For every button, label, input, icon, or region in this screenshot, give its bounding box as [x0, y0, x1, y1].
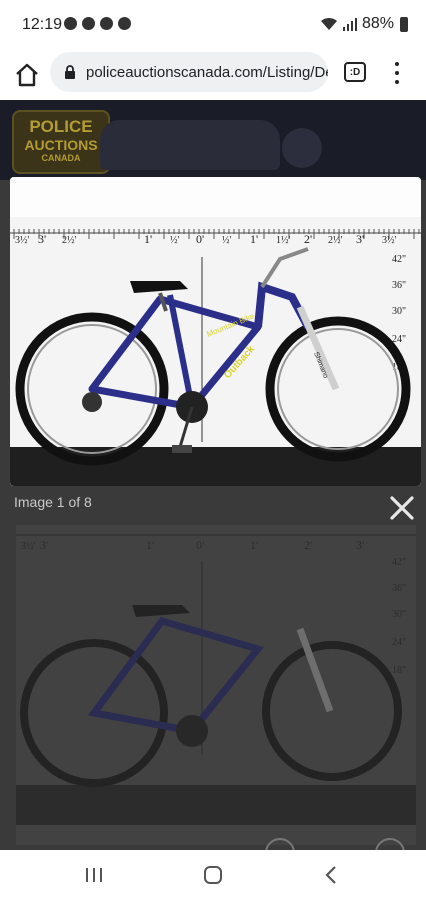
- home-circle-icon[interactable]: [201, 863, 225, 887]
- ruler-label: ½': [170, 235, 180, 246]
- recents-icon[interactable]: [82, 863, 106, 887]
- slack-icon: [82, 17, 95, 30]
- notification-icons: [64, 17, 131, 30]
- site-header: POLICE AUCTIONS CANADA: [0, 100, 426, 180]
- logo-text-3: CANADA: [41, 153, 81, 163]
- dim-side-label: 24": [392, 637, 406, 648]
- dim-ruler-label: 3½': [21, 541, 36, 552]
- bike-photo-svg: 3½' 3' 2½' 1' ½' 0' ½' 1' 1½' 2' 2½' 3' …: [10, 177, 421, 486]
- image-counter: Image 1 of 8: [14, 494, 92, 510]
- background-listing-photo: 3½' 3' 1' 0' 1' 2' 3' 42" 36" 30" 24" 18…: [16, 525, 416, 845]
- ruler-label: ½': [222, 235, 232, 246]
- ruler-label: 3': [356, 232, 364, 246]
- back-icon[interactable]: [320, 863, 344, 887]
- dim-ruler-label: 3': [356, 538, 364, 552]
- ruler-label: 0': [196, 232, 204, 246]
- dim-ruler-label: 0': [196, 538, 204, 552]
- police-car-image: [100, 120, 280, 170]
- more-vert-icon[interactable]: [392, 62, 402, 84]
- dim-ruler-label: 1': [250, 538, 258, 552]
- police-badge-image: [282, 128, 322, 168]
- thumbnail-strip[interactable]: [180, 835, 426, 850]
- wifi-icon: [320, 17, 337, 30]
- dim-side-label: 30": [392, 609, 406, 620]
- signal-icon: [342, 18, 357, 31]
- dim-side-label: 36": [392, 583, 406, 594]
- ruler-label: 2': [304, 232, 312, 246]
- battery-icon: [400, 16, 408, 32]
- ruler-label: 1½': [276, 235, 291, 246]
- logo-text-1: POLICE: [29, 117, 93, 136]
- leaf-icon: [100, 17, 113, 30]
- side-label: 36": [392, 280, 406, 291]
- side-label: 30": [392, 306, 406, 317]
- dim-ruler-label: 3': [40, 538, 48, 552]
- ruler-label: 3': [38, 232, 46, 246]
- snapchat-icon: [64, 17, 77, 30]
- dim-ruler-label: 1': [146, 538, 154, 552]
- ruler-label: 1': [250, 232, 258, 246]
- address-bar[interactable]: policeauctionscanada.com/Listing/Deta: [50, 52, 328, 92]
- status-time: 12:19: [22, 16, 63, 33]
- dim-side-label: 42": [392, 557, 406, 568]
- ruler-label: 3½': [382, 235, 397, 246]
- battery-percent: 88%: [361, 15, 394, 32]
- android-nav-bar: [0, 850, 426, 900]
- page-content: POLICE AUCTIONS CANADA 3½' 3' 2½' 1' ½' …: [0, 100, 426, 850]
- url-text: policeauctionscanada.com/Listing/Deta: [86, 63, 328, 81]
- browser-toolbar: policeauctionscanada.com/Listing/Deta :D: [0, 52, 426, 100]
- bike-photo[interactable]: 3½' 3' 2½' 1' ½' 0' ½' 1' 1½' 2' 2½' 3' …: [10, 177, 421, 486]
- ruler-label: 1': [144, 232, 152, 246]
- status-right: 88%: [320, 15, 408, 33]
- dim-ruler-label: 2': [304, 538, 312, 552]
- logo-text-2: AUCTIONS: [24, 137, 98, 153]
- close-icon[interactable]: [388, 494, 416, 522]
- site-logo[interactable]: POLICE AUCTIONS CANADA: [12, 110, 110, 174]
- home-icon[interactable]: [14, 62, 40, 88]
- dim-side-label: 18": [392, 665, 406, 676]
- status-bar: 12:19 88%: [0, 0, 426, 52]
- leaf-icon: [118, 17, 131, 30]
- lock-icon: [65, 65, 75, 79]
- ruler-label: 2½': [62, 235, 77, 246]
- side-label: 42": [392, 254, 406, 265]
- ruler-label: 3½': [15, 235, 30, 246]
- ruler-label: 2½': [328, 235, 343, 246]
- tab-switcher-button[interactable]: :D: [344, 62, 366, 82]
